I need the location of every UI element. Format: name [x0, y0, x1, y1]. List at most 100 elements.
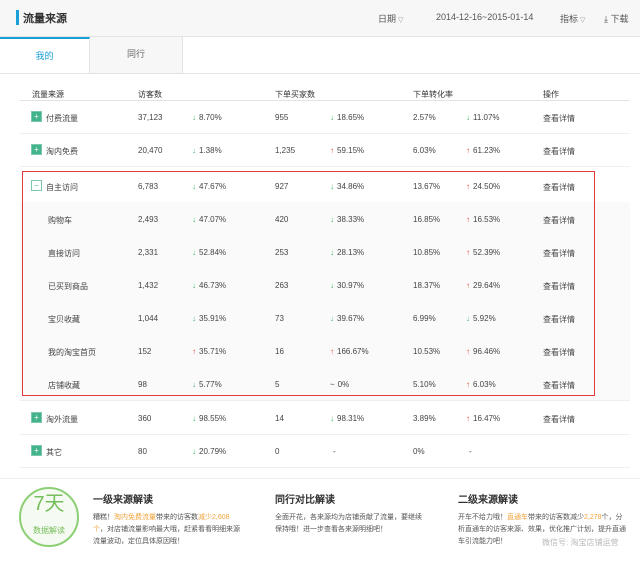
conversion-change: ↑ 16.47% — [466, 414, 500, 423]
table-row: 我的淘宝首页 152 ↑ 35.71% 16 ↑ 166.67% 10.53% ↑ 96.46% 查… — [20, 334, 630, 368]
conversion-value: 6.03% — [413, 146, 436, 155]
visitors-change: ↓ 47.67% — [192, 182, 226, 191]
conversion-change: ↑ 52.39% — [466, 248, 500, 257]
buyers-change: ↓ 28.13% — [330, 248, 364, 257]
conversion-change-value: 61.23% — [473, 146, 501, 155]
conversion-change: ↑ 6.03% — [466, 380, 496, 389]
view-details-link[interactable]: 查看详情 — [543, 182, 575, 193]
arrow-up-icon: ↑ — [466, 215, 470, 224]
conversion-change: ↑ 29.64% — [466, 281, 500, 290]
conversion-change: ↑ 16.53% — [466, 215, 500, 224]
view-details-link[interactable]: 查看详情 — [543, 248, 575, 259]
conversion-change: ↓ 11.07% — [466, 113, 500, 122]
buyers-value: 253 — [275, 248, 289, 257]
buyers-value: 5 — [275, 380, 280, 389]
visitors-change: ↑ 35.71% — [192, 347, 226, 356]
download-label: 下载 — [610, 14, 629, 24]
conversion-change: ↓ 5.92% — [466, 314, 496, 323]
expand-icon[interactable]: + — [31, 111, 42, 122]
insight-text: 糟糕！ — [93, 514, 114, 521]
view-details-link[interactable]: 查看详情 — [543, 347, 575, 358]
visitors-change: ↓ 46.73% — [192, 281, 226, 290]
source-name: 购物车 — [48, 216, 72, 225]
source-name: 我的淘宝首页 — [48, 348, 96, 357]
insight-highlight: 直通车 — [507, 514, 528, 521]
insight-text: 带来的访客数 — [156, 514, 198, 521]
view-details-link[interactable]: 查看详情 — [543, 414, 575, 425]
visitors-change: ↓ 98.55% — [192, 414, 226, 423]
buyers-change-value: 18.65% — [337, 113, 365, 122]
arrow-down-icon: ↓ — [192, 248, 196, 257]
arrow-up-icon: ↑ — [330, 146, 334, 155]
insight-text: ，对店铺流量影响最大哦，赶紧看看明细来源流量波动，定位具体原因哦！ — [93, 526, 240, 545]
buyers-value: 263 — [275, 281, 289, 290]
view-details-link[interactable]: 查看详情 — [543, 113, 575, 124]
arrow-up-icon: ↑ — [466, 146, 470, 155]
source-name: 淘外流量 — [46, 415, 78, 424]
column-header-source: 流量来源 — [32, 90, 64, 99]
buyers-value: 0 — [275, 447, 280, 456]
visitors-value: 2,493 — [138, 215, 159, 224]
view-details-link[interactable]: 查看详情 — [543, 146, 575, 157]
arrow-down-icon: ↓ — [192, 380, 196, 389]
date-range: 2014-12-16~2015-01-14 — [436, 12, 534, 22]
visitors-change-value: 35.91% — [199, 314, 227, 323]
conversion-change: ↑ 24.50% — [466, 182, 500, 191]
arrow-down-icon: ↓ — [330, 248, 334, 257]
visitors-change-value: 20.79% — [199, 447, 227, 456]
arrow-down-icon: ↓ — [330, 215, 334, 224]
visitors-change: ↓ 35.91% — [192, 314, 226, 323]
visitors-change-value: 8.70% — [199, 113, 222, 122]
source-name: 自主访问 — [46, 183, 78, 192]
view-details-link[interactable]: 查看详情 — [543, 281, 575, 292]
conversion-value: 16.85% — [413, 215, 441, 224]
flat-icon: ~ — [330, 380, 335, 389]
conversion-change-value: 96.46% — [473, 347, 501, 356]
buyers-change-value: 38.33% — [337, 215, 365, 224]
tab-peers[interactable]: 同行 — [90, 37, 183, 73]
visitors-change-value: 52.84% — [199, 248, 227, 257]
conversion-change-value: 29.64% — [473, 281, 501, 290]
source-name: 店铺收藏 — [48, 381, 80, 390]
buyers-value: 73 — [275, 314, 284, 323]
visitors-change-value: 5.77% — [199, 380, 222, 389]
visitors-value: 2,331 — [138, 248, 159, 257]
tab-mine[interactable]: 我的 — [0, 37, 90, 73]
view-details-link[interactable]: 查看详情 — [543, 380, 575, 391]
metric-dropdown[interactable]: 指标 ▽ — [560, 12, 585, 25]
date-label: 日期 — [378, 14, 397, 24]
expand-icon[interactable]: + — [31, 412, 42, 423]
view-details-link[interactable]: 查看详情 — [543, 215, 575, 226]
conversion-value: 13.67% — [413, 182, 441, 191]
buyers-change: ↓ 38.33% — [330, 215, 364, 224]
download-button[interactable]: ⤓ 下载 — [604, 12, 629, 25]
table-row: + 其它 80 ↓ 20.79% 0 - 0% - — [20, 434, 630, 468]
arrow-up-icon: ↑ — [466, 380, 470, 389]
buyers-change: - — [330, 447, 336, 456]
buyers-change-value: 166.67% — [337, 347, 369, 356]
table-row: 已买到商品 1,432 ↓ 46.73% 263 ↓ 30.97% 18.37% ↑ 29.64%… — [20, 268, 630, 302]
table-row: + 淘内免费 20,470 ↓ 1.38% 1,235 ↑ 59.15% 6.03% ↑ 61.23… — [20, 133, 630, 167]
conversion-change-value: 16.53% — [473, 215, 501, 224]
insights-panel: 7天 数据解读 一级来源解读 糟糕！淘内免费流量带来的访客数减少2,608个，对… — [0, 478, 640, 568]
table-header: 流量来源 访客数 下单买家数 下单转化率 操作 — [20, 82, 630, 101]
buyers-change: ↓ 18.65% — [330, 113, 364, 122]
date-dropdown[interactable]: 日期 ▽ — [378, 12, 403, 25]
second-level-title: 二级来源解读 — [458, 495, 518, 506]
arrow-down-icon: ↓ — [466, 113, 470, 122]
table-row: − 自主访问 6,783 ↓ 47.67% 927 ↓ 34.86% 13.67% ↑ 24.50%… — [20, 169, 630, 203]
source-name: 直接访问 — [48, 249, 80, 258]
table-row: + 淘外流量 360 ↓ 98.55% 14 ↓ 98.31% 3.89% ↑ 16.47% 查看详情 — [20, 401, 630, 435]
expand-icon[interactable]: + — [31, 445, 42, 456]
visitors-change-value: 47.67% — [199, 182, 227, 191]
expand-icon[interactable]: + — [31, 144, 42, 155]
column-header-action: 操作 — [543, 90, 559, 99]
buyers-change: ↓ 30.97% — [330, 281, 364, 290]
view-details-link[interactable]: 查看详情 — [543, 314, 575, 325]
collapse-icon[interactable]: − — [31, 180, 42, 191]
insight-highlight: 淘内免费流量 — [114, 514, 156, 521]
visitors-change-value: 1.38% — [199, 146, 222, 155]
buyers-change: ↓ 98.31% — [330, 414, 364, 423]
arrow-up-icon: ↑ — [330, 347, 334, 356]
conversion-value: 5.10% — [413, 380, 436, 389]
